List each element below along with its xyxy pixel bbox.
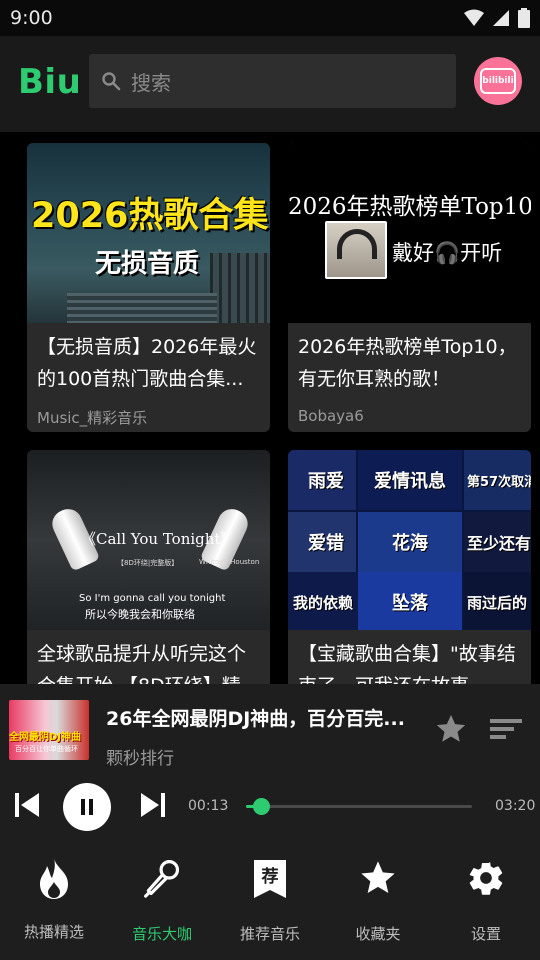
video-thumbnail: 2026热歌合集 无损音质 <box>27 143 270 323</box>
video-title: 【宝藏歌曲合集】"故事结束了，可我还在故事 <box>298 643 516 684</box>
app-bar: Biu 搜索 bilibili <box>0 36 540 132</box>
thumbnail-tagline: 戴好🎧开听 <box>392 241 503 265</box>
bottom-navigation: 热播精选 音乐大咖 荐 推荐音乐 收藏夹 设置 <box>0 838 540 960</box>
favorite-star-button[interactable] <box>434 712 468 746</box>
seek-bar[interactable] <box>246 798 472 815</box>
thumbnail-tile: 坠落 <box>358 572 462 630</box>
thumbnail-headline: 《Call You Tonight》 <box>81 530 236 548</box>
thumbnail-artist: Whitney Houston <box>199 558 260 566</box>
status-bar: 9:00 <box>0 0 540 36</box>
bilibili-icon: bilibili <box>480 68 516 94</box>
video-card[interactable]: 2026热歌合集 无损音质 【无损音质】2026年最火的100首热门歌曲合集..… <box>27 143 270 432</box>
search-input[interactable]: 搜索 <box>89 54 456 108</box>
video-title: 【无损音质】2026年最火的100首热门歌曲合集... <box>37 336 257 390</box>
thumbnail-tile: 爱情讯息 <box>358 450 462 510</box>
thumbnail-lyric-en: So I'm gonna call you tonight <box>79 593 226 604</box>
video-author: Music_精彩音乐 <box>37 409 148 427</box>
thumbnail-tile: 第57次取消 <box>464 450 531 510</box>
wifi-icon <box>464 9 484 26</box>
thumbnail-subtitle: 无损音质 <box>95 249 200 279</box>
thumbnail-lyric-zh: 所以今晚我会和你联络 <box>85 608 195 621</box>
seek-handle[interactable] <box>252 798 270 815</box>
battery-icon <box>518 8 530 28</box>
bilibili-label: bilibili <box>482 76 514 86</box>
video-card[interactable]: 《Call You Tonight》 【8D环绕|完整版】 Whitney Ho… <box>27 450 270 684</box>
gear-icon <box>469 862 503 895</box>
thumbnail-edition: 【8D环绕|完整版】 <box>117 559 179 567</box>
video-thumbnail: 2026年热歌榜单Top10 戴好🎧开听 <box>288 143 531 323</box>
mini-player: 全网最阴DJ神曲 百分百让你单曲循环 26年全网最阴DJ神曲，百分百完... 颗… <box>0 684 540 838</box>
bilibili-account-button[interactable]: bilibili <box>474 57 522 105</box>
song-title[interactable]: 26年全网最阴DJ神曲，百分百完... <box>106 704 426 731</box>
thumbnail-tile: 花海 <box>358 512 462 572</box>
thumbnail-tile: 雨过后的 <box>464 572 531 630</box>
nav-label: 推荐音乐 <box>239 925 300 943</box>
video-thumbnail: 雨爱 爱情讯息 第57次取消 爱错 花海 至少还有 我的依赖 坠落 雨过后的 <box>288 450 531 630</box>
signal-icon <box>493 10 509 26</box>
album-cover[interactable]: 全网最阴DJ神曲 百分百让你单曲循环 <box>9 700 89 760</box>
nav-label: 设置 <box>470 925 501 943</box>
video-title: 2026年热歌榜单Top10，有无你耳熟的歌！ <box>298 336 517 390</box>
pause-button[interactable] <box>63 783 111 831</box>
system-icons <box>464 8 530 28</box>
nav-tab-recommended[interactable]: 荐 推荐音乐 <box>216 838 324 960</box>
song-artist: 颗秒排行 <box>106 749 174 769</box>
thumbnail-tile: 我的依赖 <box>288 572 358 630</box>
search-placeholder: 搜索 <box>131 70 171 95</box>
star-icon <box>361 861 395 893</box>
video-card[interactable]: 2026年热歌榜单Top10 戴好🎧开听 2026年热歌榜单Top10，有无你耳… <box>288 143 531 432</box>
thumbnail-tile: 爱错 <box>288 512 356 572</box>
nav-label: 热播精选 <box>23 923 84 941</box>
nav-tab-hot-picks[interactable]: 热播精选 <box>0 838 108 960</box>
thumbnail-tile: 至少还有 <box>464 512 531 572</box>
recommend-icon-text: 荐 <box>261 866 279 887</box>
recommend-icon: 荐 <box>254 860 286 898</box>
current-time: 00:13 <box>188 798 229 814</box>
status-time: 9:00 <box>10 7 53 29</box>
flame-icon <box>40 858 68 899</box>
video-card[interactable]: 雨爱 爱情讯息 第57次取消 爱错 花海 至少还有 我的依赖 坠落 雨过后的 【… <box>288 450 531 684</box>
next-track-button[interactable] <box>138 790 168 820</box>
cover-title: 全网最阴DJ神曲 <box>9 732 82 743</box>
video-title: 全球歌品提升从听完这个合集开始 【8D环绕】精 <box>37 643 247 684</box>
nav-tab-music-stars[interactable]: 音乐大咖 <box>108 838 216 960</box>
search-icon <box>102 72 121 91</box>
previous-track-button[interactable] <box>12 790 42 820</box>
nav-label: 收藏夹 <box>355 925 401 943</box>
microphone-icon <box>144 860 180 898</box>
nav-tab-settings[interactable]: 设置 <box>432 838 540 960</box>
nav-label: 音乐大咖 <box>131 925 192 943</box>
thumbnail-tile: 雨爱 <box>288 450 356 510</box>
thumbnail-avatar <box>325 221 387 279</box>
app-logo: Biu <box>18 62 82 102</box>
thumbnail-headline: 2026年热歌榜单Top10 <box>288 194 531 220</box>
pause-icon <box>81 799 93 815</box>
playlist-queue-button[interactable] <box>488 714 524 744</box>
video-author: Bobaya6 <box>298 407 364 425</box>
thumbnail-headline: 2026热歌合集 <box>31 196 269 236</box>
headphones-icon <box>337 229 377 259</box>
video-thumbnail: 《Call You Tonight》 【8D环绕|完整版】 Whitney Ho… <box>27 450 270 630</box>
nav-tab-favorites[interactable]: 收藏夹 <box>324 838 432 960</box>
total-time: 03:20 <box>495 798 536 814</box>
cover-subtitle: 百分百让你单曲循环 <box>15 745 78 753</box>
video-grid: 2026热歌合集 无损音质 【无损音质】2026年最火的100首热门歌曲合集..… <box>0 132 540 684</box>
